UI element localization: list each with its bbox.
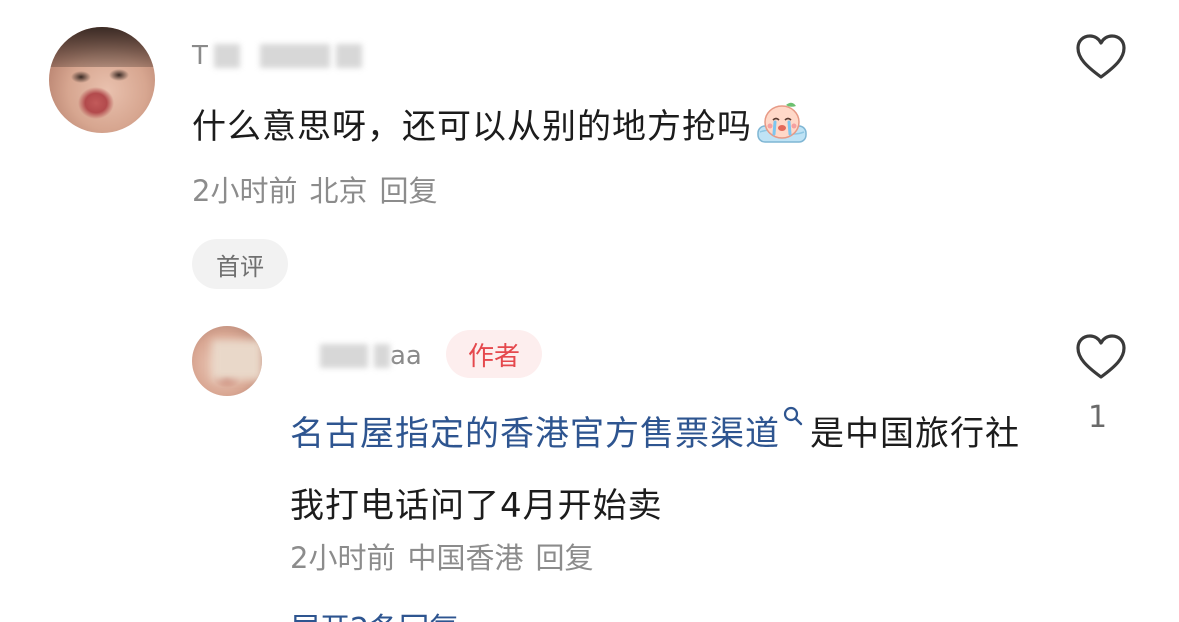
reply-username-visible-text: aa <box>390 341 422 371</box>
comment-text: 什么意思呀，还可以从别的地方抢吗 <box>192 100 808 148</box>
first-comment-tag: 首评 <box>192 239 288 289</box>
expand-replies-label: 展开2条回复 <box>290 612 459 622</box>
username[interactable]: T <box>192 36 362 76</box>
heart-outline-icon[interactable] <box>1074 332 1128 382</box>
reply-username[interactable]: aa <box>300 336 422 376</box>
reply-button[interactable]: 回复 <box>379 174 437 208</box>
comment-time: 2小时前 <box>192 174 298 208</box>
avatar-hair <box>49 27 155 67</box>
crying-peach-sticker-icon <box>757 102 807 143</box>
username-blur <box>374 344 390 368</box>
first-comment-tag-label: 首评 <box>216 252 264 281</box>
heart-outline-icon[interactable] <box>1074 32 1128 82</box>
reply-avatar[interactable] <box>192 326 262 396</box>
comment-meta: 2小时前 北京 回复 <box>192 168 449 210</box>
comment-body: 什么意思呀，还可以从别的地方抢吗 <box>192 107 752 147</box>
username-blur <box>335 44 362 68</box>
search-icon[interactable] <box>782 405 804 427</box>
search-link[interactable]: 名古屋指定的香港官方售票渠道 <box>290 414 780 454</box>
username-blur <box>320 344 368 368</box>
reply-text: 名古屋指定的香港官方售票渠道 是中国旅行社 我打电话问了4月开始卖 <box>290 398 1050 542</box>
like-count: 1 <box>1088 400 1108 435</box>
username-blur <box>259 44 330 68</box>
avatar-blur <box>212 340 262 380</box>
username-blur <box>213 44 240 68</box>
author-badge: 作者 <box>446 330 542 378</box>
avatar[interactable] <box>49 27 155 133</box>
reply-button[interactable]: 回复 <box>535 541 593 575</box>
reply-meta: 2小时前 中国香港 回复 <box>290 535 605 577</box>
expand-replies-link[interactable]: 展开2条回复 <box>290 604 459 622</box>
comment-location: 北京 <box>309 174 368 208</box>
author-badge-label: 作者 <box>467 341 520 372</box>
reply-time: 2小时前 <box>290 541 396 575</box>
reply-location: 中国香港 <box>407 541 524 575</box>
username-visible-text: T <box>192 41 208 71</box>
